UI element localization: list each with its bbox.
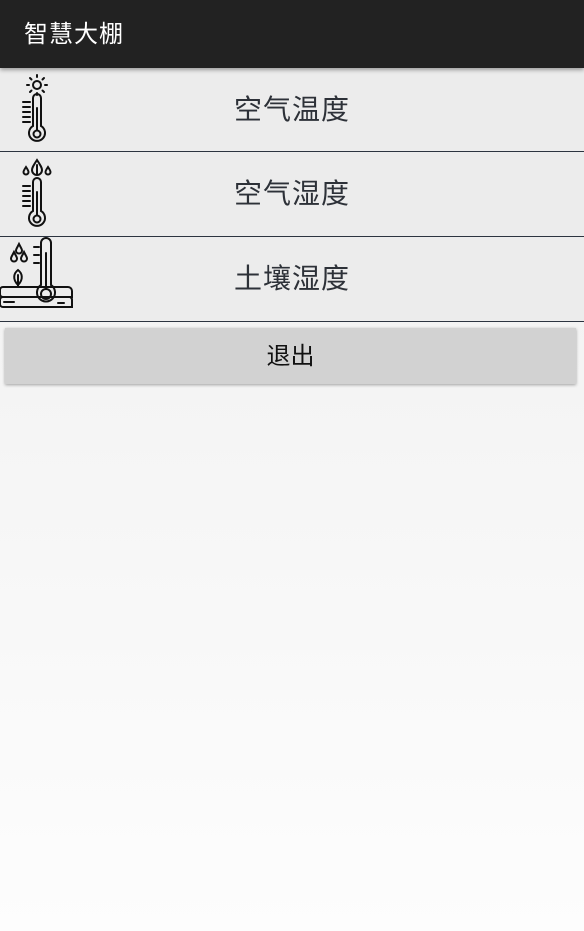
menu-item-label: 空气温度 — [233, 93, 350, 126]
menu-item-air-humidity[interactable]: 空气湿度 — [0, 152, 584, 237]
exit-button[interactable]: 退出 — [5, 328, 576, 384]
menu-item-label: 空气湿度 — [233, 177, 350, 210]
menu-item-soil-moisture[interactable]: 土壤湿度 — [0, 237, 584, 322]
menu-list: 空气温度 空气湿度 土壤湿度 — [0, 68, 584, 322]
app-bar: 智慧大棚 — [0, 0, 584, 68]
menu-item-label: 土壤湿度 — [233, 262, 350, 295]
app-title: 智慧大棚 — [24, 20, 124, 48]
menu-item-air-temperature[interactable]: 空气温度 — [0, 68, 584, 152]
